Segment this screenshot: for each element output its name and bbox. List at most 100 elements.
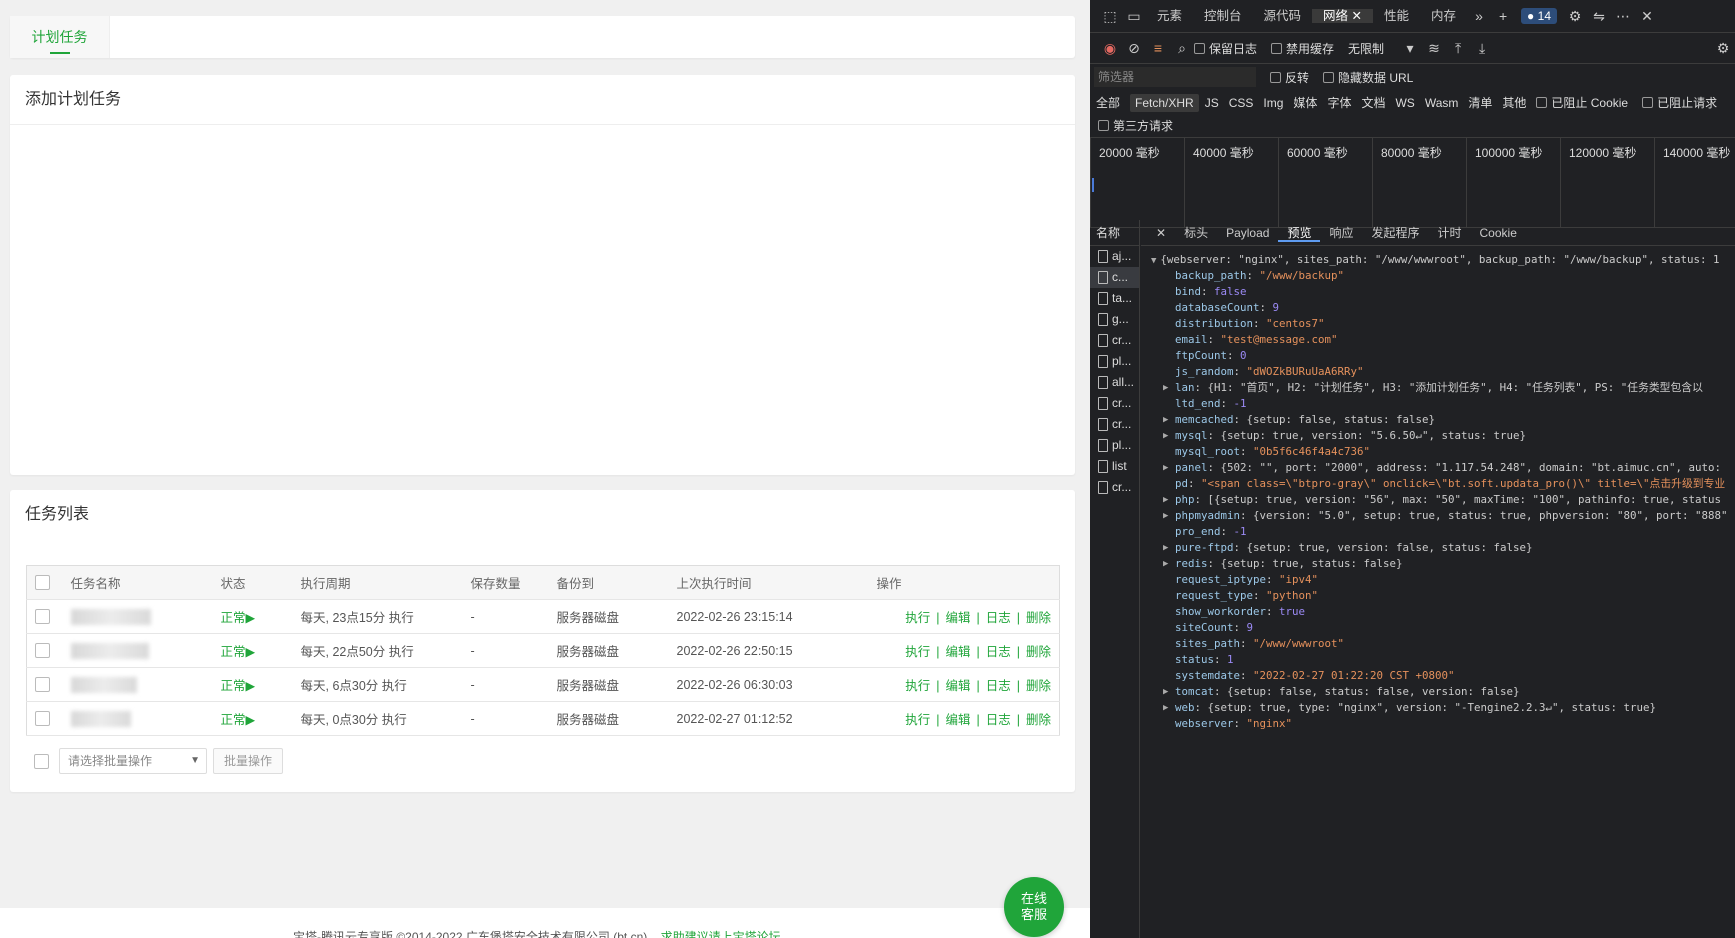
name-column-header[interactable]: 名称 [1090,220,1139,246]
log-button[interactable]: 日志 [986,611,1011,625]
hide-data-url-checkbox[interactable] [1323,71,1335,83]
devtools-tab[interactable]: 元素 [1146,9,1193,23]
json-line[interactable]: ▶ redis: {setup: true, status: false} [1151,556,1735,572]
run-button[interactable]: 执行 [905,645,930,659]
json-line[interactable]: ▶ web: {setup: true, type: "nginx", versi… [1151,700,1735,716]
json-line[interactable]: ▶ panel: {502: "", port: "2000", address:… [1151,460,1735,476]
run-button[interactable]: 执行 [905,611,930,625]
add-tab-icon[interactable]: + [1491,8,1515,24]
request-item[interactable]: cr... [1090,393,1139,414]
json-line[interactable]: ▶ pure-ftpd: {setup: true, version: false… [1151,540,1735,556]
type-filter[interactable]: JS [1205,96,1219,110]
request-item[interactable]: pl... [1090,351,1139,372]
delete-button[interactable]: 删除 [1026,645,1051,659]
request-item[interactable]: cr... [1090,477,1139,498]
throttle-select[interactable]: 无限制 [1348,40,1384,57]
more-icon[interactable]: ⋯ [1611,8,1635,25]
type-filter[interactable]: Img [1263,96,1283,110]
record-icon[interactable]: ◉ [1098,40,1122,57]
issues-badge[interactable]: ● 14 [1521,8,1557,24]
third-party-checkbox[interactable] [1098,120,1109,131]
type-filter[interactable]: 全部 [1096,96,1120,110]
blocked-requests-checkbox[interactable] [1642,96,1654,108]
close-detail-icon[interactable]: ✕ [1147,220,1175,246]
request-item[interactable]: ta... [1090,288,1139,309]
row-checkbox[interactable] [35,677,50,693]
devtools-tab[interactable]: 源代码 [1253,9,1313,23]
row-checkbox[interactable] [35,609,50,625]
footer-forum-link[interactable]: 求助建议请上宝塔论坛 [661,930,781,938]
tab-plan-task[interactable]: 计划任务 [10,16,110,58]
online-service-button[interactable]: 在线 客服 [1004,877,1064,937]
run-button[interactable]: 执行 [905,679,930,693]
type-filter[interactable]: Wasm [1425,96,1459,110]
edit-button[interactable]: 编辑 [945,645,970,659]
device-toggle-icon[interactable]: ▭ [1122,8,1146,25]
detail-tab[interactable]: 响应 [1320,226,1362,240]
task-status[interactable]: 正常▶ [212,599,293,634]
devtools-tab[interactable]: 内存 [1420,9,1467,23]
network-timeline[interactable]: 20000 毫秒 40000 毫秒 60000 毫秒 80000 毫秒 100000 毫… [1090,138,1735,228]
devtools-tab[interactable]: 网络 ✕ [1312,8,1374,23]
run-button[interactable]: 执行 [905,713,930,727]
search-icon[interactable]: ⌕ [1170,40,1194,57]
chevron-down-icon[interactable]: ▾ [1398,40,1422,57]
detail-tab[interactable]: 预览 [1278,225,1321,242]
type-filter[interactable]: 字体 [1327,96,1351,110]
delete-button[interactable]: 删除 [1026,713,1051,727]
detail-tab[interactable]: 计时 [1429,226,1471,240]
request-item[interactable]: c... [1090,267,1139,288]
inspect-icon[interactable]: ⬚ [1098,8,1122,25]
log-button[interactable]: 日志 [986,713,1011,727]
edit-button[interactable]: 编辑 [945,611,970,625]
edit-button[interactable]: 编辑 [945,679,970,693]
select-all-checkbox[interactable] [35,575,50,591]
invert-checkbox[interactable] [1270,71,1281,83]
devtools-tab[interactable]: 性能 [1373,9,1420,23]
batch-select[interactable]: 请选择批量操作 ▼ [59,748,207,774]
wifi-icon[interactable]: ≋ [1422,40,1446,57]
edit-button[interactable]: 编辑 [945,713,970,727]
row-checkbox[interactable] [35,711,50,727]
more-tabs-icon[interactable]: » [1467,8,1491,24]
log-button[interactable]: 日志 [986,645,1011,659]
task-status[interactable]: 正常▶ [212,667,293,702]
json-line[interactable]: ▶ phpmyadmin: {version: "5.0", setup: tru… [1151,508,1735,524]
request-item[interactable]: cr... [1090,330,1139,351]
preserve-log-checkbox[interactable] [1194,42,1205,54]
task-status[interactable]: 正常▶ [212,701,293,736]
request-item[interactable]: all... [1090,372,1139,393]
batch-checkbox[interactable] [34,753,49,769]
batch-button[interactable]: 批量操作 [213,748,284,774]
detail-tab[interactable]: 标头 [1175,226,1217,240]
request-item[interactable]: cr... [1090,414,1139,435]
type-filter[interactable]: Fetch/XHR [1130,93,1199,112]
filter-icon[interactable]: ≡ [1146,40,1170,56]
json-line[interactable]: ▶ mysql: {setup: true, version: "5.6.50↵"… [1151,428,1735,444]
blocked-cookie-checkbox[interactable] [1536,96,1548,108]
close-tab-icon[interactable]: ✕ [1348,9,1362,23]
close-icon[interactable]: ✕ [1635,8,1659,25]
request-item[interactable]: g... [1090,309,1139,330]
type-filter[interactable]: 清单 [1468,96,1492,110]
col-name[interactable]: 任务名称 [62,565,213,600]
json-root[interactable]: ▼ {webserver: "nginx", sites_path: "/www/… [1151,252,1735,268]
json-line[interactable]: ▶ php: [{setup: true, version: "56", max:… [1151,492,1735,508]
type-filter[interactable]: WS [1395,96,1414,110]
type-filter[interactable]: 其他 [1502,96,1526,110]
disable-cache-checkbox[interactable] [1271,42,1283,54]
customize-icon[interactable]: ⇋ [1587,8,1611,25]
request-item[interactable]: aj... [1090,246,1139,267]
request-item[interactable]: pl... [1090,435,1139,456]
json-line[interactable]: ▶ lan: {H1: "首页", H2: "计划任务", H3: "添加计划任务… [1151,380,1735,396]
network-settings-icon[interactable]: ⚙ [1711,40,1735,57]
devtools-tab[interactable]: 控制台 [1193,9,1253,23]
filter-input[interactable]: 筛选器 [1094,67,1256,87]
detail-tab[interactable]: Payload [1217,226,1278,240]
detail-tab[interactable]: 发起程序 [1362,226,1428,240]
gear-icon[interactable]: ⚙ [1563,8,1587,25]
delete-button[interactable]: 删除 [1026,611,1051,625]
clear-icon[interactable]: ⊘ [1122,40,1146,57]
download-icon[interactable]: ⤓ [1470,40,1494,57]
request-item[interactable]: list [1090,456,1139,477]
